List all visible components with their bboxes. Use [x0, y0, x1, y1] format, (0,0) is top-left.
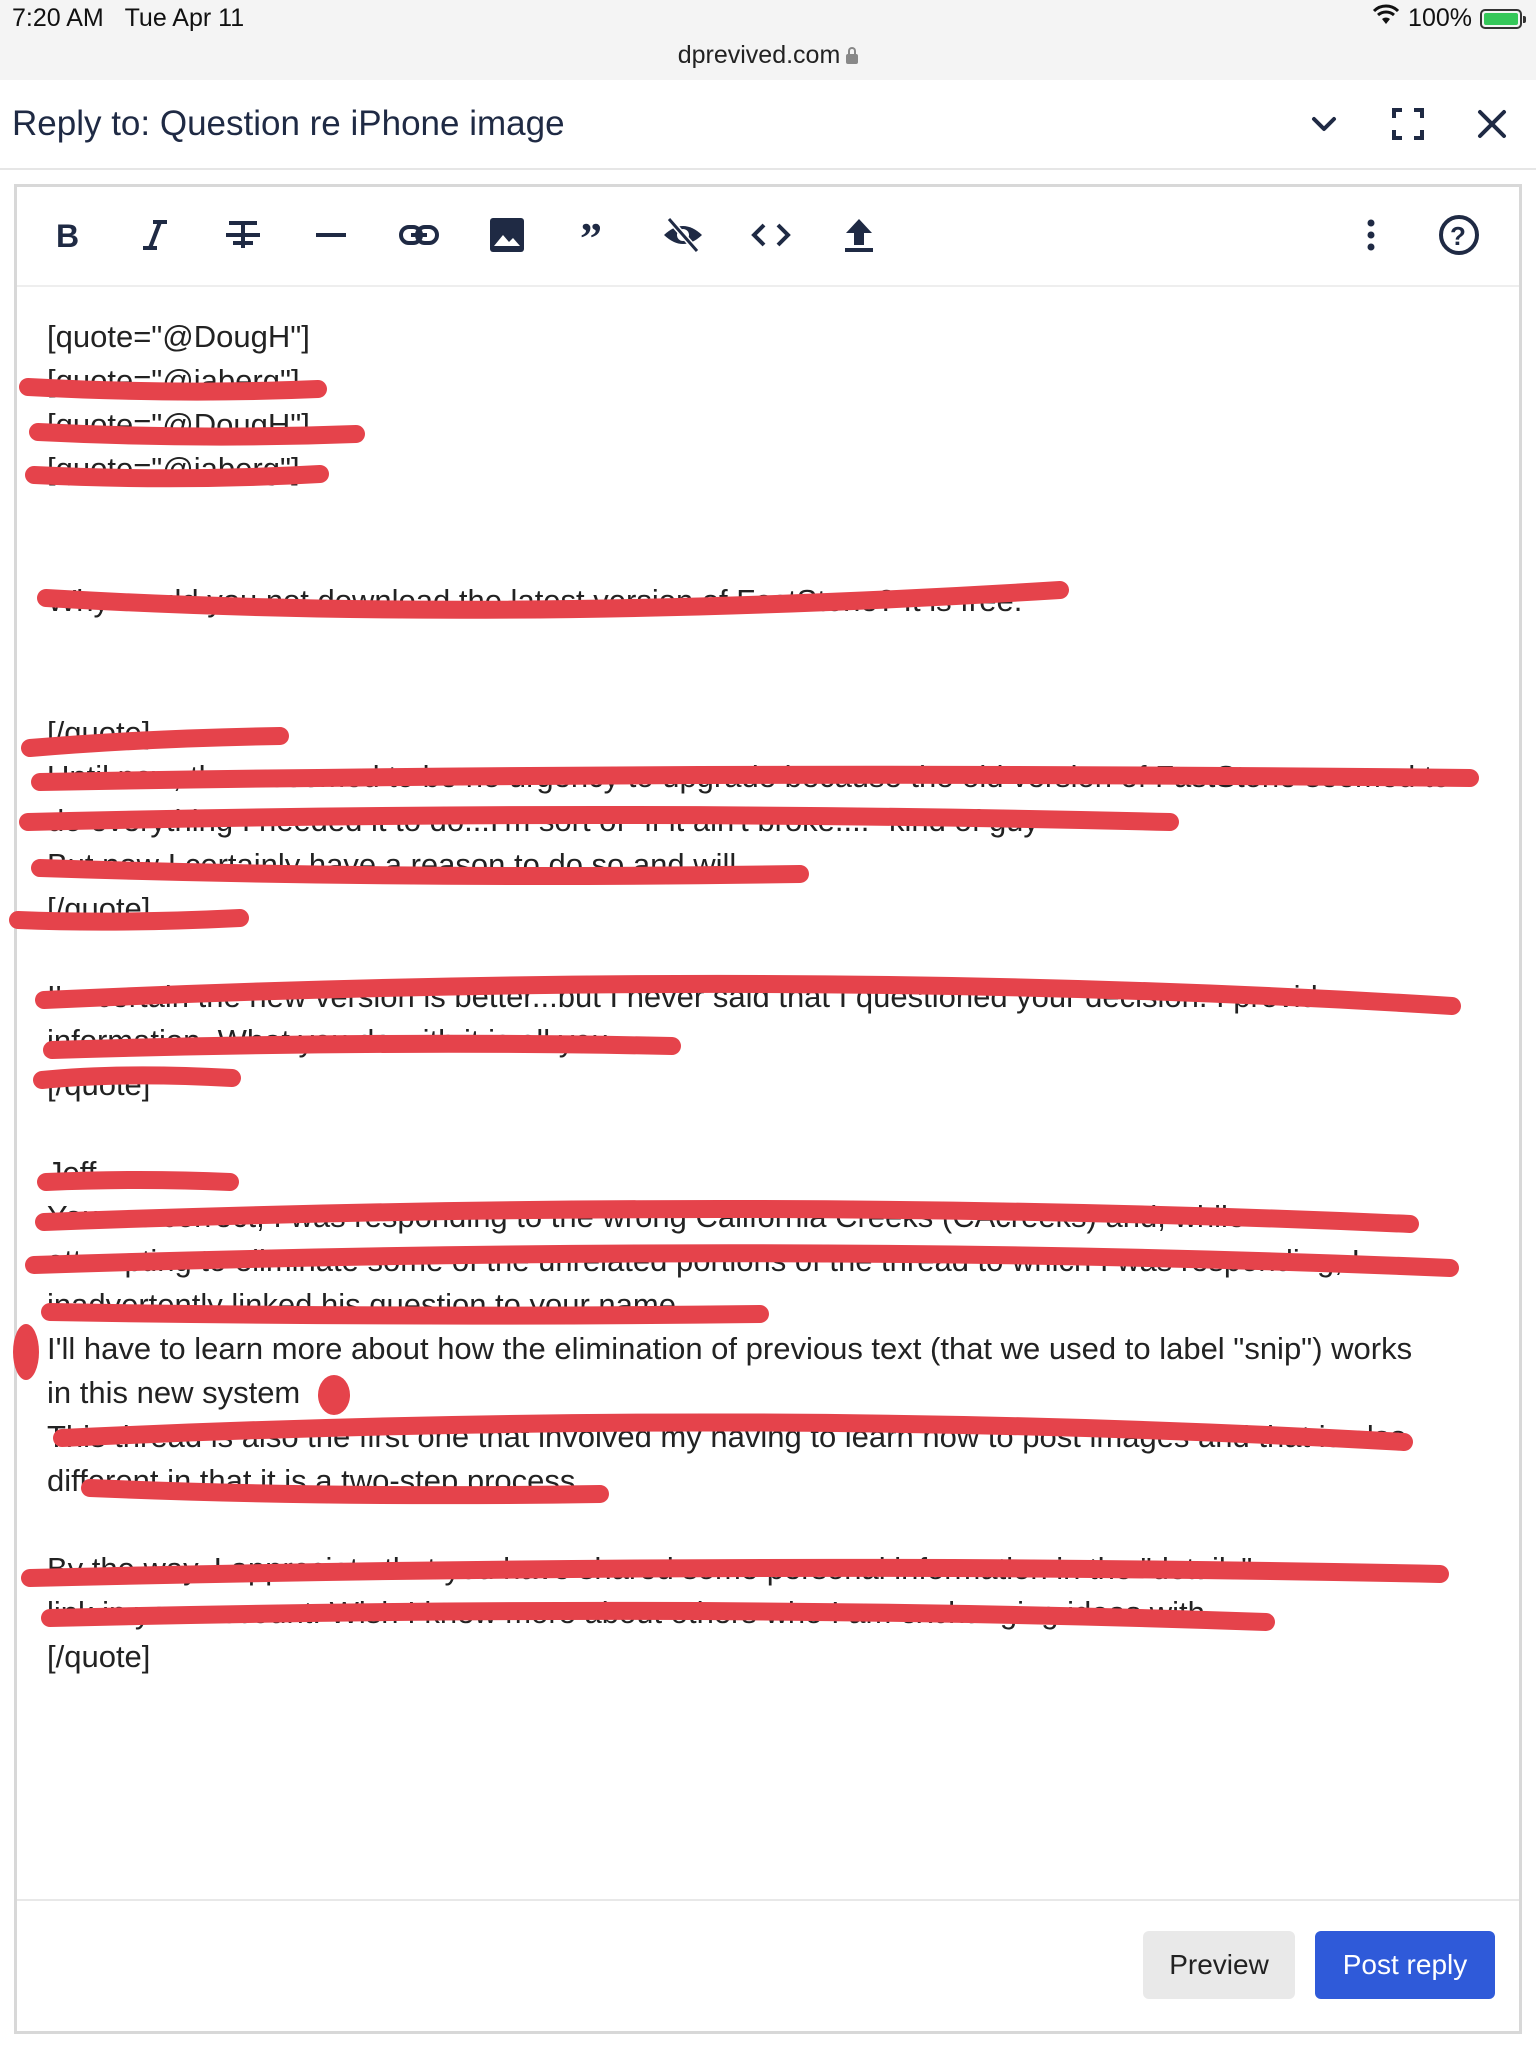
editor-line: You are correct, I was responding to the…	[47, 1199, 1246, 1234]
editor-line: [quote="@DougH"]	[47, 319, 310, 354]
link-icon[interactable]	[395, 211, 443, 259]
editor-line: I'm certain the new version is better...…	[47, 979, 1335, 1014]
battery-charging-icon	[1480, 8, 1526, 29]
editor-line: inadvertently linked his question to you…	[47, 1287, 685, 1322]
status-date: Tue Apr 11	[124, 4, 245, 32]
help-icon[interactable]: ?	[1435, 211, 1483, 259]
editor-toolbar: B ” ?	[17, 187, 1519, 287]
reply-composer: B ” ? [quote="@DougH"] [quote="@jaberg"]…	[14, 184, 1522, 2034]
image-icon[interactable]	[483, 211, 531, 259]
wifi-icon	[1372, 4, 1400, 33]
editor-line: By the way, I appreciate that you have s…	[47, 1551, 1253, 1586]
url-bar[interactable]: dprevived.com	[0, 41, 1536, 70]
reply-header: Reply to: Question re iPhone image	[0, 80, 1536, 170]
composer-footer: Preview Post reply	[17, 1899, 1519, 2031]
fullscreen-icon[interactable]	[1384, 100, 1432, 148]
page-title: Reply to: Question re iPhone image	[12, 104, 565, 143]
italic-icon[interactable]	[131, 211, 179, 259]
reply-textarea[interactable]: [quote="@DougH"] [quote="@jaberg"] [quote=…	[47, 315, 1507, 1679]
hide-icon[interactable]	[659, 211, 707, 259]
editor-line: Why would you not download the latest ve…	[47, 583, 1023, 618]
lock-icon	[846, 47, 859, 64]
editor-line: [quote="@jaberg"]	[47, 363, 300, 398]
strikethrough-icon[interactable]	[219, 211, 267, 259]
editor-line: attempting to eliminate some of the unre…	[47, 1243, 1361, 1278]
editor-line: But now I certainly have a reason to do …	[47, 847, 737, 882]
horizontal-rule-icon[interactable]	[307, 211, 355, 259]
upload-icon[interactable]	[835, 211, 883, 259]
editor-line: link in your account. Wish I knew more a…	[47, 1595, 1214, 1630]
editor-line: I'll have to learn more about how the el…	[47, 1331, 1413, 1366]
status-time: 7:20 AM Tue Apr 11	[12, 4, 245, 32]
status-right: 100%	[1372, 4, 1526, 33]
post-reply-button[interactable]: Post reply	[1315, 1931, 1495, 1999]
svg-text:?: ?	[1450, 221, 1466, 251]
svg-text:”: ”	[580, 214, 602, 257]
bold-icon[interactable]: B	[43, 211, 91, 259]
quote-icon[interactable]: ”	[571, 211, 619, 259]
battery-percent: 100%	[1408, 4, 1472, 32]
editor-line: different in that it is a two-step proce…	[47, 1463, 585, 1498]
more-icon[interactable]	[1347, 211, 1395, 259]
editor-line: [quote="@jaberg"]	[47, 451, 300, 486]
status-bar: 7:20 AM Tue Apr 11 100% dprevived.com	[0, 0, 1536, 80]
preview-button[interactable]: Preview	[1143, 1931, 1295, 1999]
editor-line: Jeff	[47, 1155, 97, 1190]
editor-line: [/quote]	[47, 891, 151, 926]
editor-line: [quote="@DougH"]	[47, 407, 310, 442]
editor-line: [/quote]	[47, 715, 151, 750]
code-icon[interactable]	[747, 211, 795, 259]
editor-line: do everything I needed it to do...I'm so…	[47, 803, 1039, 838]
chevron-down-icon[interactable]	[1300, 100, 1348, 148]
svg-text:B: B	[56, 218, 79, 254]
close-icon[interactable]	[1468, 100, 1516, 148]
editor-line: in this new system	[47, 1375, 301, 1410]
editor-line: [/quote]	[47, 1067, 151, 1102]
editor-line: Until now, there seemed to be no urgency…	[47, 759, 1450, 794]
editor-line: information. What you do with it is all …	[47, 1023, 618, 1058]
editor-line: [/quote]	[47, 1639, 151, 1674]
editor-line: This thread is also the first one that i…	[47, 1419, 1407, 1454]
